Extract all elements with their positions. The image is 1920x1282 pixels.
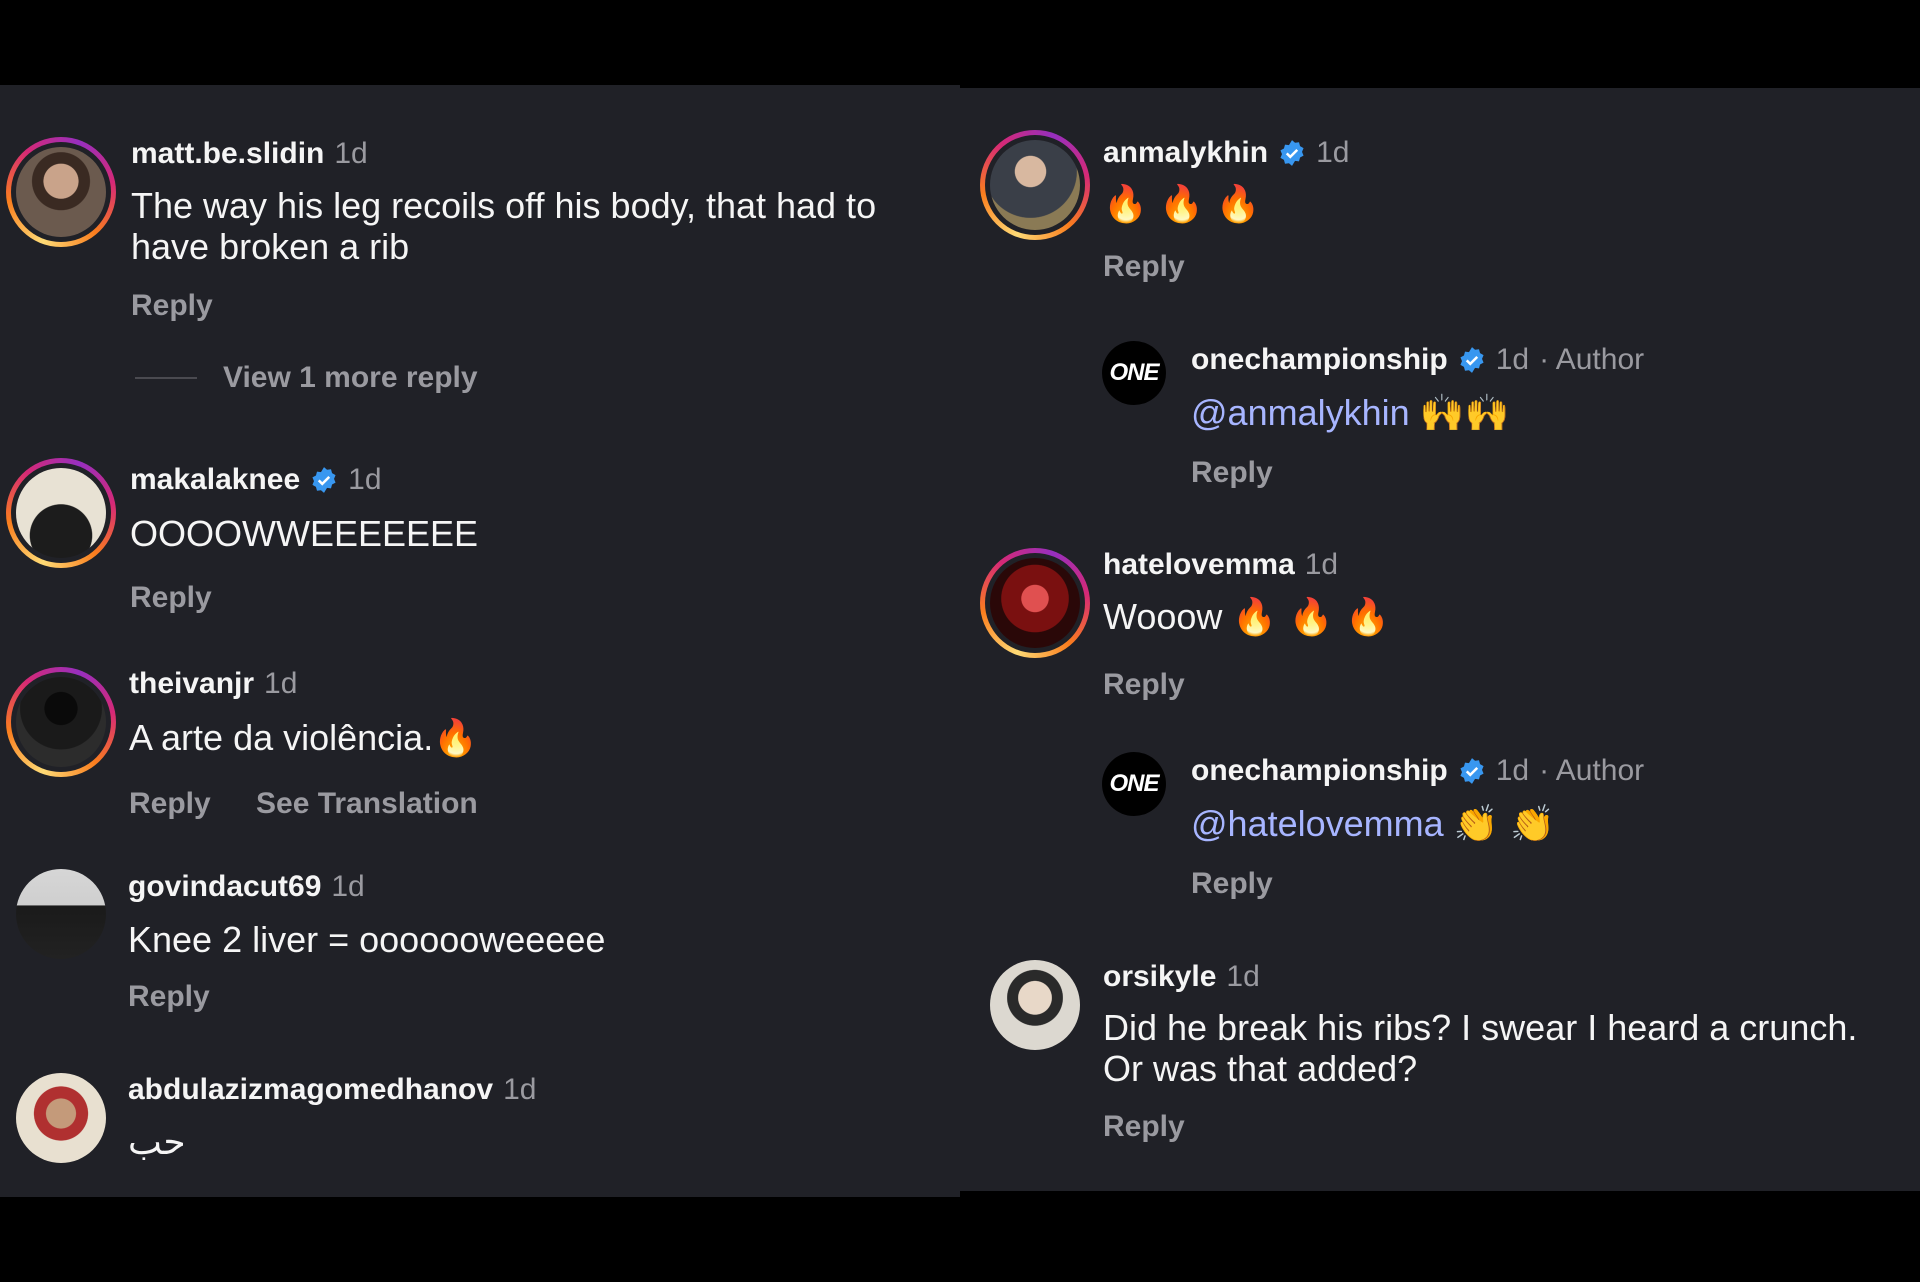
comment-text-body: A arte da violência. [129, 717, 434, 758]
author-tag: · Author [1539, 754, 1645, 787]
avatar[interactable] [16, 869, 106, 959]
username[interactable]: onechampionship [1191, 754, 1448, 788]
author-tag: · Author [1539, 343, 1645, 376]
avatar-story-ring[interactable] [6, 458, 116, 568]
timestamp: 1d [1304, 548, 1339, 581]
mention-link[interactable]: @anmalykhin [1191, 392, 1410, 433]
username[interactable]: onechampionship [1191, 343, 1448, 377]
username[interactable]: makalaknee [130, 463, 300, 497]
timestamp: 1d [348, 463, 382, 496]
view-more-replies-button[interactable]: View 1 more reply [135, 361, 478, 395]
timestamp: 1d [1316, 136, 1350, 169]
username[interactable]: anmalykhin [1103, 136, 1268, 170]
verified-badge-icon [1460, 758, 1484, 784]
timestamp: 1d [1495, 754, 1530, 787]
reply-button[interactable]: Reply [131, 289, 213, 323]
timestamp: 1d [264, 667, 298, 700]
reply-button[interactable]: Reply [1103, 250, 1185, 284]
username[interactable]: orsikyle [1103, 960, 1216, 994]
reply-button[interactable]: Reply [130, 581, 212, 615]
avatar-story-ring[interactable] [980, 130, 1090, 240]
avatar [990, 140, 1080, 230]
avatar [16, 468, 106, 558]
reply-button[interactable]: Reply [129, 787, 211, 821]
comment-text-line: Did he break his ribs? I swear I heard a… [1103, 1007, 1858, 1048]
timestamp: 1d [503, 1073, 537, 1106]
reply-button[interactable]: Reply [1191, 867, 1273, 901]
avatar [16, 677, 106, 767]
fire-emoji-icon: 🔥 🔥 🔥 [1103, 184, 1261, 225]
timestamp: 1d [1495, 343, 1530, 376]
comment-text: @anmalykhin 🙌🙌 [1191, 392, 1509, 434]
reply-button[interactable]: Reply [1103, 1110, 1185, 1144]
comments-panel-right: anmalykhin 1d 🔥 🔥 🔥 Reply ONE onechampio… [960, 88, 1920, 1191]
avatar[interactable] [990, 960, 1080, 1050]
fire-emoji-icon: 🔥 🔥 🔥 [1232, 597, 1390, 638]
avatar [990, 558, 1080, 648]
verified-badge-icon [312, 467, 336, 493]
timestamp: 1d [334, 137, 368, 170]
one-championship-logo[interactable]: ONE [1102, 752, 1166, 816]
avatar [16, 147, 106, 237]
avatar-story-ring[interactable] [6, 137, 116, 247]
reply-button[interactable]: Reply [128, 980, 210, 1014]
comment-text-line: Or was that added? [1103, 1048, 1418, 1089]
view-more-label: View 1 more reply [223, 361, 478, 394]
clapping-hands-emoji-icon: 👏 👏 [1453, 804, 1555, 845]
comment-text: @hatelovemma 👏 👏 [1191, 803, 1555, 845]
comment-text: Did he break his ribs? I swear I heard a… [1103, 1007, 1903, 1089]
reply-button[interactable]: Reply [1103, 668, 1185, 702]
verified-badge-icon [1280, 140, 1304, 166]
see-translation-button[interactable]: See Translation [256, 787, 478, 821]
verified-badge-icon [1460, 347, 1484, 373]
raising-hands-emoji-icon: 🙌🙌 [1419, 393, 1510, 434]
timestamp: 1d [331, 870, 365, 903]
comment-text: Knee 2 liver = ooooooweeeee [128, 919, 606, 960]
comment-text: Wooow 🔥 🔥 🔥 [1103, 596, 1390, 638]
username[interactable]: abdulazizmagomedhanov [128, 1073, 493, 1107]
avatar[interactable] [16, 1073, 106, 1163]
divider [135, 377, 197, 379]
fire-emoji-icon: 🔥 [433, 718, 479, 759]
comment-text: OOOOWWEEEEEEE [130, 513, 479, 554]
avatar-story-ring[interactable] [6, 667, 116, 777]
username[interactable]: govindacut69 [128, 870, 321, 904]
one-championship-logo[interactable]: ONE [1102, 341, 1166, 405]
mention-link[interactable]: @hatelovemma [1191, 803, 1444, 844]
timestamp: 1d [1226, 960, 1260, 993]
avatar-story-ring[interactable] [980, 548, 1090, 658]
username[interactable]: theivanjr [129, 667, 254, 701]
comment-text: The way his leg recoils off his body, th… [131, 185, 877, 267]
reply-button[interactable]: Reply [1191, 456, 1273, 490]
comment-text: A arte da violência.🔥 [129, 717, 478, 759]
comment-text: حب [128, 1121, 186, 1162]
username[interactable]: hatelovemma [1103, 548, 1295, 582]
username[interactable]: matt.be.slidin [131, 137, 324, 171]
comments-panel-left: matt.be.slidin 1d The way his leg recoil… [0, 85, 960, 1197]
comment-text-body: Wooow [1103, 596, 1223, 637]
